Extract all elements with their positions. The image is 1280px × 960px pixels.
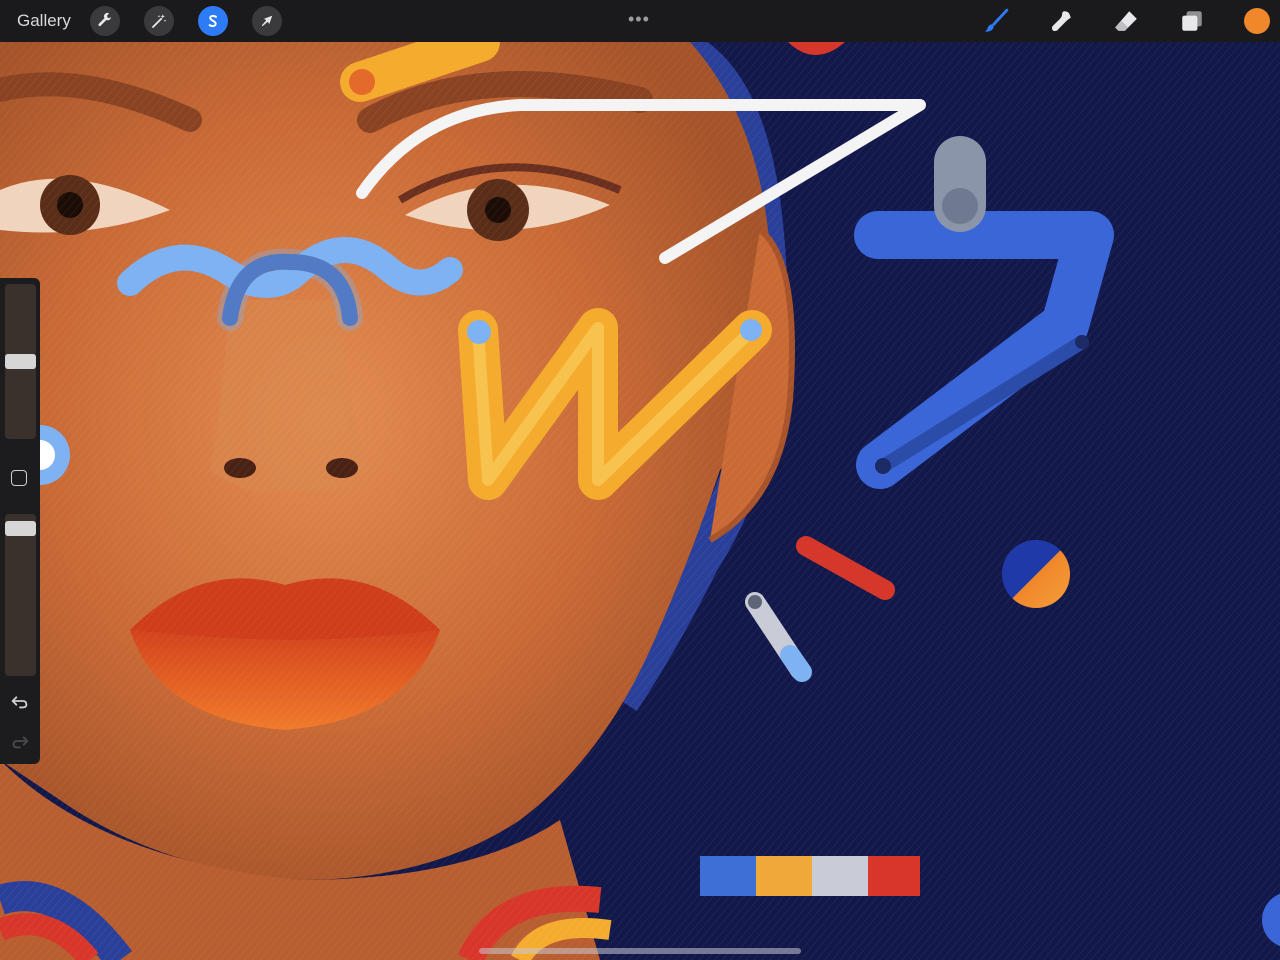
w-dot-start (467, 320, 491, 344)
yellow-stroke-dot (349, 69, 375, 95)
smudge-button[interactable] (1047, 7, 1075, 35)
grey-capsule-dot (942, 188, 978, 224)
palette-swatch (700, 856, 756, 896)
arrow-cursor-icon (261, 15, 273, 27)
brush-size-slider-thumb[interactable] (5, 354, 36, 369)
artwork-canvas[interactable] (0, 0, 1280, 960)
eraser-button[interactable] (1112, 7, 1140, 35)
w-dot-end (740, 319, 762, 341)
palette-bar (700, 856, 920, 896)
palette-swatch (868, 856, 920, 896)
selection-button[interactable] (198, 6, 228, 36)
eraser-icon (1115, 11, 1137, 31)
blue-hook-dot (1075, 335, 1089, 349)
magic-wand-icon (152, 14, 167, 28)
palette-swatch (812, 856, 868, 896)
layers-button[interactable] (1178, 7, 1206, 35)
blue-tip-stroke (780, 645, 812, 682)
grey-stroke-dot (748, 595, 762, 609)
redo-button[interactable] (9, 730, 31, 752)
brush-button[interactable] (982, 7, 1010, 35)
brush-size-slider[interactable] (5, 284, 36, 439)
more-options-button[interactable]: ••• (628, 9, 650, 30)
gallery-button[interactable]: Gallery (17, 11, 71, 31)
adjustments-button[interactable] (144, 6, 174, 36)
actions-button[interactable] (90, 6, 120, 36)
undo-button[interactable] (9, 690, 31, 712)
layers-icon (1182, 11, 1202, 31)
selection-s-icon (208, 14, 217, 28)
brush-icon (985, 8, 1009, 32)
redo-icon (12, 736, 29, 749)
smudge-icon (1051, 11, 1071, 32)
top-toolbar: Gallery ••• (0, 0, 1280, 42)
canvas-texture (0, 42, 1280, 960)
orange-blue-ball (1002, 540, 1070, 608)
opacity-slider-thumb[interactable] (5, 521, 36, 537)
transform-button[interactable] (252, 6, 282, 36)
home-indicator[interactable] (479, 948, 801, 954)
left-sidebar (0, 278, 40, 764)
blue-hook-dot (875, 458, 891, 474)
color-picker-button[interactable] (1244, 8, 1270, 34)
wrench-icon (98, 12, 112, 27)
palette-swatch (756, 856, 812, 896)
opacity-slider[interactable] (5, 514, 36, 676)
undo-icon (11, 696, 28, 709)
square-icon[interactable] (11, 470, 27, 486)
